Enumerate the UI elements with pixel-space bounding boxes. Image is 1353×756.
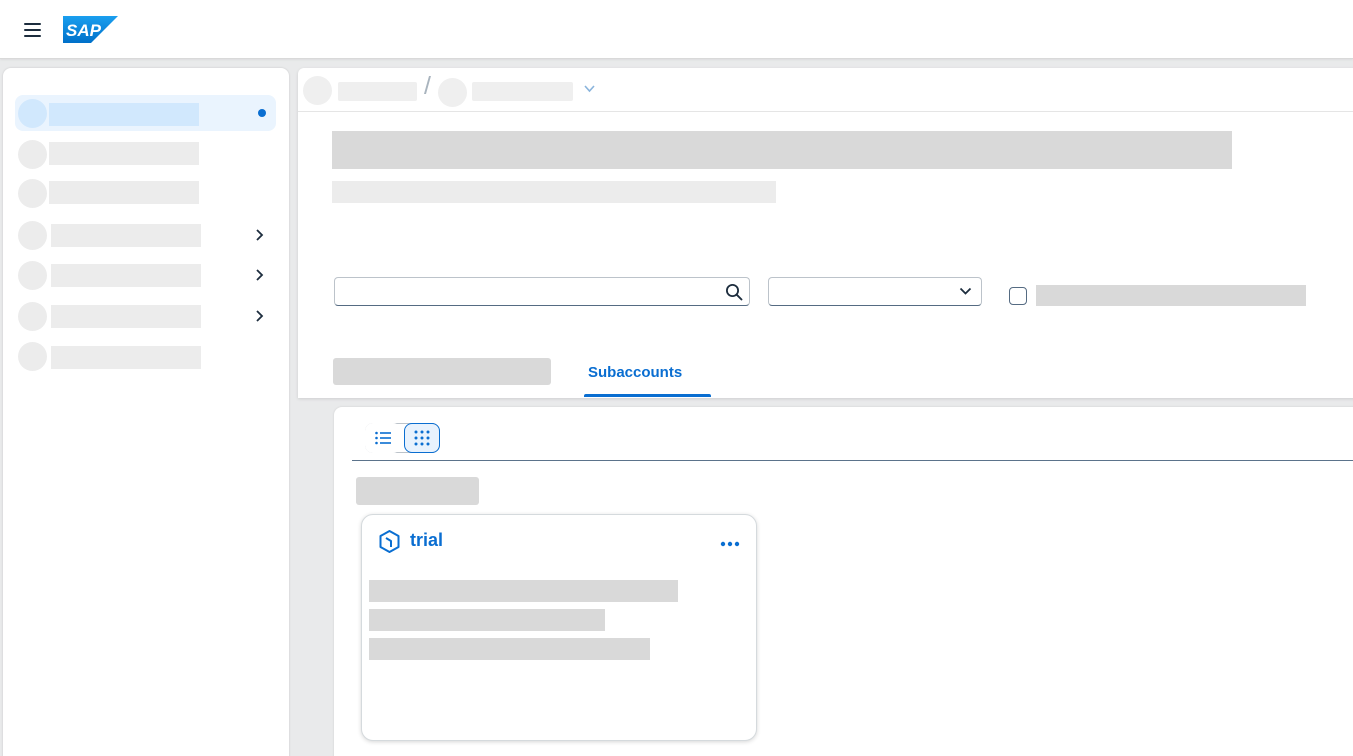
breadcrumb-icon-placeholder	[438, 78, 467, 107]
breadcrumb-current-placeholder[interactable]	[472, 82, 573, 101]
sidebar-item-label-placeholder	[51, 264, 201, 287]
card-detail-placeholder	[369, 609, 605, 631]
sidebar-item-7[interactable]	[15, 340, 276, 376]
page-header: / Subaccounts	[298, 68, 1353, 398]
chevron-right-icon[interactable]	[253, 228, 267, 242]
sidebar-item-icon-placeholder	[18, 99, 47, 128]
breadcrumb-icon-placeholder	[303, 76, 332, 105]
view-mode-toggle	[365, 423, 440, 453]
search-icon[interactable]	[725, 283, 743, 301]
sidebar-item-4[interactable]	[15, 218, 276, 254]
sidebar-item-icon-placeholder	[18, 261, 47, 290]
sidebar-item-icon-placeholder	[18, 140, 47, 169]
more-options-icon[interactable]	[716, 532, 744, 556]
sap-logo[interactable]: SAP	[63, 16, 118, 43]
card-detail-placeholder	[369, 580, 678, 602]
group-header-placeholder	[356, 477, 479, 505]
breadcrumb-separator: /	[424, 72, 431, 100]
chevron-right-icon[interactable]	[253, 268, 267, 282]
chevron-down-icon[interactable]	[959, 287, 972, 296]
page-subtitle-placeholder	[332, 181, 776, 203]
checkbox-label-placeholder	[1036, 285, 1306, 306]
subaccount-icon	[379, 530, 400, 553]
subaccount-card-title[interactable]: trial	[410, 530, 443, 551]
sidebar-item-label-placeholder	[49, 103, 199, 126]
breadcrumb-link-placeholder[interactable]	[338, 82, 417, 101]
breadcrumb: /	[298, 68, 1353, 112]
side-navigation	[3, 68, 289, 756]
sidebar-item-icon-placeholder	[18, 221, 47, 250]
sidebar-item-3[interactable]	[15, 177, 276, 213]
sidebar-item-label-placeholder	[51, 346, 201, 369]
sidebar-item-label-placeholder	[51, 224, 201, 247]
list-view-button[interactable]	[365, 423, 401, 453]
search-input[interactable]	[334, 277, 750, 306]
sidebar-item-2[interactable]	[15, 138, 276, 174]
tab-active-indicator	[584, 394, 711, 397]
filter-checkbox[interactable]	[1009, 287, 1027, 305]
card-detail-placeholder	[369, 638, 650, 660]
sidebar-item-label-placeholder	[51, 305, 201, 328]
chevron-right-icon[interactable]	[253, 309, 267, 323]
sidebar-item-6[interactable]	[15, 299, 276, 335]
list-view-icon	[375, 431, 391, 445]
tab-subaccounts[interactable]: Subaccounts	[584, 354, 711, 397]
filter-select[interactable]	[768, 277, 982, 306]
sidebar-item-1[interactable]	[15, 95, 276, 131]
selected-indicator-dot	[258, 109, 266, 117]
shell-bar: SAP	[0, 0, 1353, 59]
hamburger-menu-icon[interactable]	[16, 14, 48, 46]
grid-view-icon	[414, 430, 430, 446]
sidebar-item-icon-placeholder	[18, 342, 47, 371]
tab-subaccounts-label: Subaccounts	[588, 364, 683, 381]
sidebar-item-label-placeholder	[49, 181, 199, 204]
sidebar-item-icon-placeholder	[18, 179, 47, 208]
tab-placeholder[interactable]	[333, 358, 551, 385]
sap-logo-text: SAP	[66, 21, 102, 40]
tile-view-button[interactable]	[404, 423, 440, 453]
sidebar-item-icon-placeholder	[18, 302, 47, 331]
subaccount-card[interactable]: trial	[361, 514, 757, 741]
chevron-down-icon[interactable]	[583, 84, 596, 94]
sidebar-item-label-placeholder	[49, 142, 199, 165]
sidebar-item-5[interactable]	[15, 258, 276, 294]
page-title-placeholder	[332, 131, 1232, 169]
toolbar-divider	[352, 460, 1353, 461]
subaccounts-panel: trial	[334, 407, 1353, 756]
